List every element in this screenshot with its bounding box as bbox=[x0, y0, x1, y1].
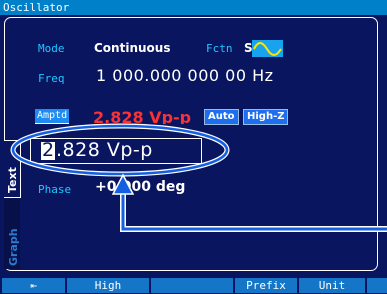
softkey-bar: ⇤ High Prefix Unit bbox=[0, 276, 387, 294]
softkey-unit-button[interactable]: Unit bbox=[299, 278, 365, 293]
softkey-high-button[interactable]: High bbox=[67, 278, 149, 293]
pointer-arrow bbox=[120, 188, 387, 232]
oscillator-screen: Oscillator Mode Continuous Fctn Sine Fre… bbox=[0, 0, 387, 276]
softkey-prefix-button[interactable]: Prefix bbox=[235, 278, 297, 293]
arrow-head bbox=[111, 173, 135, 195]
softkey-back-button[interactable]: ⇤ bbox=[2, 278, 65, 293]
softkey-3-button[interactable] bbox=[151, 278, 233, 293]
annotation-overlay bbox=[10, 123, 387, 232]
softkey-6-button[interactable] bbox=[367, 278, 387, 293]
